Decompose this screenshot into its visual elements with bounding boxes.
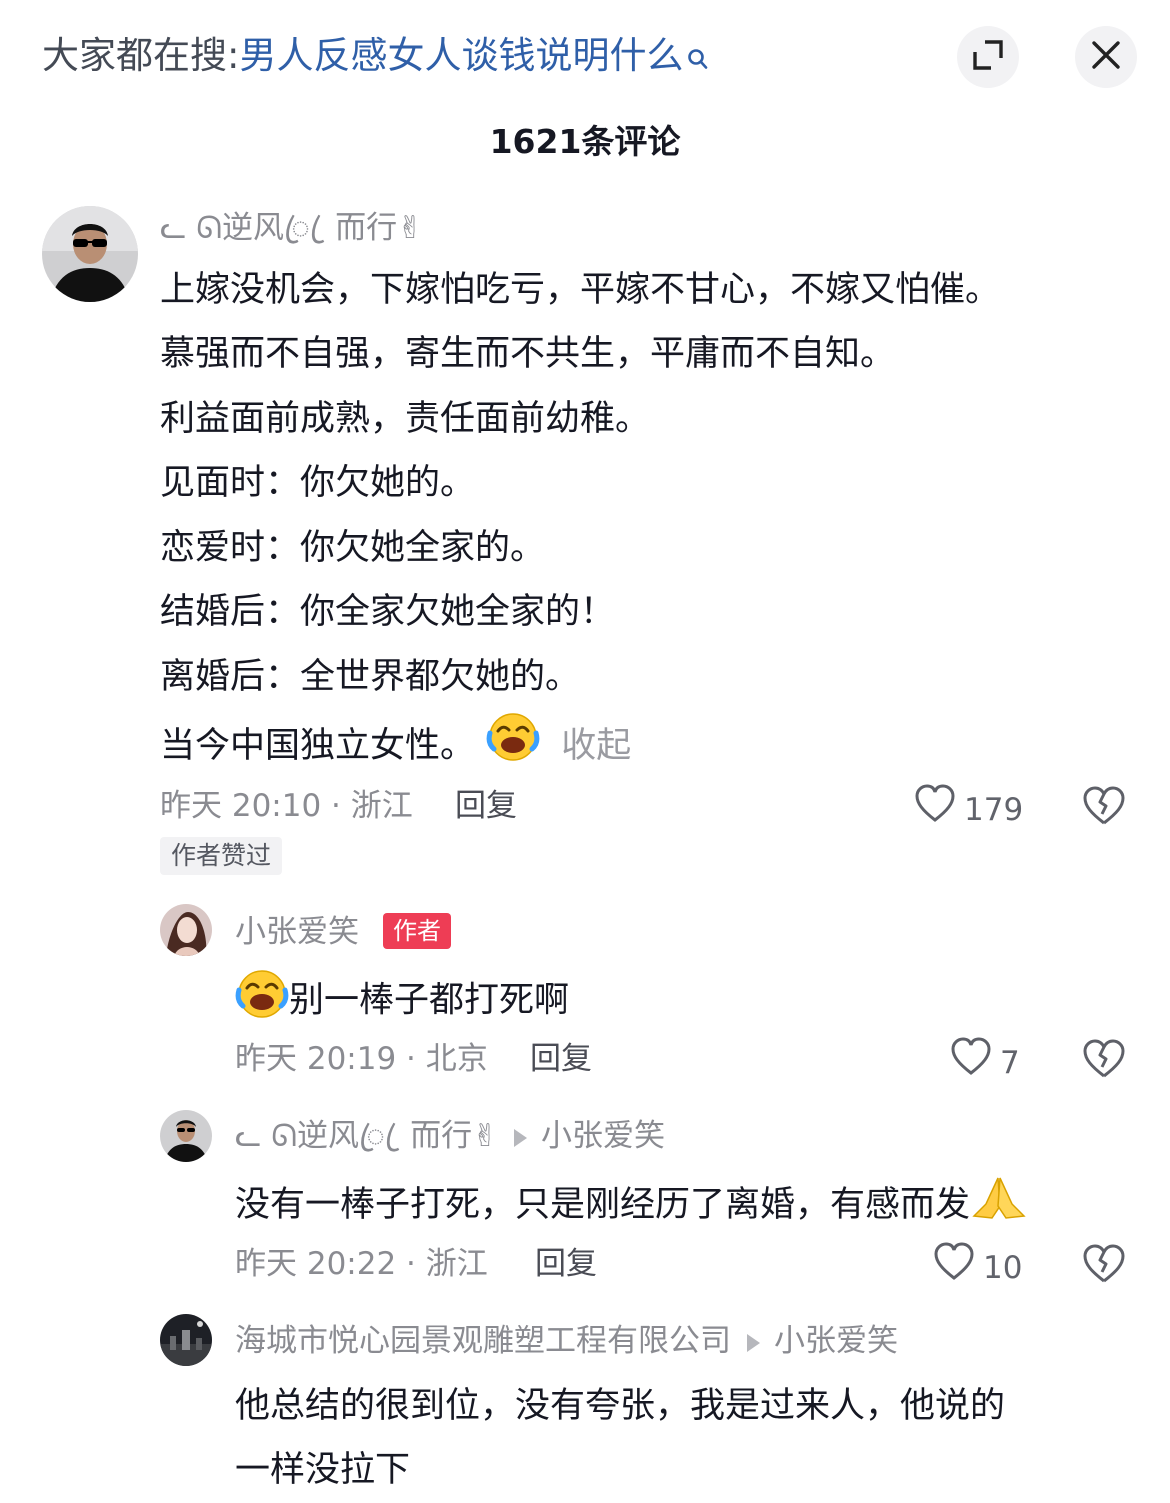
like-count: 179 xyxy=(964,792,1024,828)
author-liked-badge: 作者赞过 xyxy=(160,837,283,875)
expand-icon xyxy=(971,38,1005,76)
dislike-button[interactable] xyxy=(1082,1037,1126,1081)
reply-text-line: 一样没拉下 xyxy=(235,1450,411,1490)
reply-text: 没有一棒子打死，只是刚经历了离婚，有感而发 xyxy=(235,1185,971,1225)
heart-icon xyxy=(914,784,956,836)
dislike-button[interactable] xyxy=(1082,784,1126,828)
heart-icon xyxy=(933,1242,975,1294)
reply-button[interactable]: 回复 xyxy=(530,1037,592,1081)
comment-text-line: 利益面前成熟，责任面前幼稚。 xyxy=(160,399,651,439)
comment-count-title: 1621条评论 xyxy=(489,122,681,161)
comment-time-location: 昨天 20:19 · 北京 xyxy=(235,1041,488,1077)
avatar[interactable] xyxy=(160,904,212,956)
like-button[interactable]: 10 xyxy=(933,1242,1022,1294)
comment-username[interactable]: ᓚ ᘏ逆风ꦿ ꦿ 而行✌ xyxy=(160,206,423,250)
search-icon xyxy=(687,34,709,86)
praying-hands-emoji-icon xyxy=(970,1170,1028,1242)
reply-text-line: 他总结的很到位，没有夸张，我是过来人，他说的 xyxy=(235,1386,1006,1426)
comment-text-line: 当今中国独立女性。 xyxy=(160,725,476,766)
laughing-crying-emoji-icon xyxy=(235,966,289,1037)
comment-text-line: 慕强而不自强，寄生而不共生，平庸而不自知。 xyxy=(160,334,896,374)
comment-time-location: 昨天 20:10 · 浙江 xyxy=(160,788,413,824)
avatar[interactable] xyxy=(160,1110,212,1162)
comment-username[interactable]: 海城市悦心园景观雕塑工程有限公司 xyxy=(235,1323,731,1359)
reply-button[interactable]: 回复 xyxy=(455,784,517,828)
like-count: 10 xyxy=(983,1250,1023,1286)
broken-heart-icon xyxy=(1082,786,1126,832)
broken-heart-icon xyxy=(1082,1244,1126,1290)
comment-text-line: 见面时：你欠她的。 xyxy=(160,463,476,503)
expand-button[interactable] xyxy=(957,26,1019,88)
avatar[interactable] xyxy=(160,1314,212,1366)
reply-button[interactable]: 回复 xyxy=(535,1242,597,1286)
comment-text-line: 恋爱时：你欠她全家的。 xyxy=(160,528,546,568)
comment-text-line: 上嫁没机会，下嫁怕吃亏，平嫁不甘心，不嫁又怕催。 xyxy=(160,270,1001,310)
reply-arrow-icon xyxy=(747,1333,760,1352)
comment-username[interactable]: 小张爱笑 xyxy=(235,910,359,954)
reply-arrow-icon xyxy=(514,1128,528,1147)
reply-text: 别一棒子都打死啊 xyxy=(289,980,570,1021)
close-icon xyxy=(1091,40,1121,74)
laughing-crying-emoji-icon xyxy=(486,709,540,785)
comment-text-line: 结婚后：你全家欠她全家的！ xyxy=(160,592,616,632)
comment-time-location: 昨天 20:22 · 浙江 xyxy=(235,1246,488,1282)
author-badge: 作者 xyxy=(383,913,451,949)
search-suggestion[interactable]: 大家都在搜:男人反感女人谈钱说明什么 xyxy=(42,30,709,86)
dislike-button[interactable] xyxy=(1082,1242,1126,1286)
search-prefix: 大家都在搜: xyxy=(42,34,240,77)
reply-to-username[interactable]: 小张爱笑 xyxy=(541,1118,665,1154)
like-button[interactable]: 179 xyxy=(914,784,1023,836)
reply-text-row: 没有一棒子打死，只是刚经历了离婚，有感而发 xyxy=(235,1170,1028,1242)
close-button[interactable] xyxy=(1075,26,1137,88)
like-count: 7 xyxy=(1000,1045,1020,1081)
collapse-link[interactable]: 收起 xyxy=(561,726,631,766)
broken-heart-icon xyxy=(1082,1039,1126,1085)
reply-text-row: 别一棒子都打死啊 xyxy=(235,966,569,1037)
comment-text-last-line: 当今中国独立女性。 收起 xyxy=(160,709,631,785)
comment-text-line: 离婚后：全世界都欠她的。 xyxy=(160,657,581,697)
like-button[interactable]: 7 xyxy=(950,1037,1020,1089)
search-query-link[interactable]: 男人反感女人谈钱说明什么 xyxy=(239,34,683,77)
reply-header: ᓚ ᘏ逆风ꦿ ꦿ 而行✌ 小张爱笑 xyxy=(235,1114,665,1158)
top-bar: 大家都在搜:男人反感女人谈钱说明什么 xyxy=(0,0,1170,115)
reply-header: 海城市悦心园景观雕塑工程有限公司 小张爱笑 xyxy=(235,1319,898,1363)
avatar[interactable] xyxy=(42,206,138,302)
heart-icon xyxy=(950,1037,992,1089)
reply-to-username[interactable]: 小张爱笑 xyxy=(774,1323,898,1359)
comment-username[interactable]: ᓚ ᘏ逆风ꦿ ꦿ 而行✌ xyxy=(235,1118,498,1154)
